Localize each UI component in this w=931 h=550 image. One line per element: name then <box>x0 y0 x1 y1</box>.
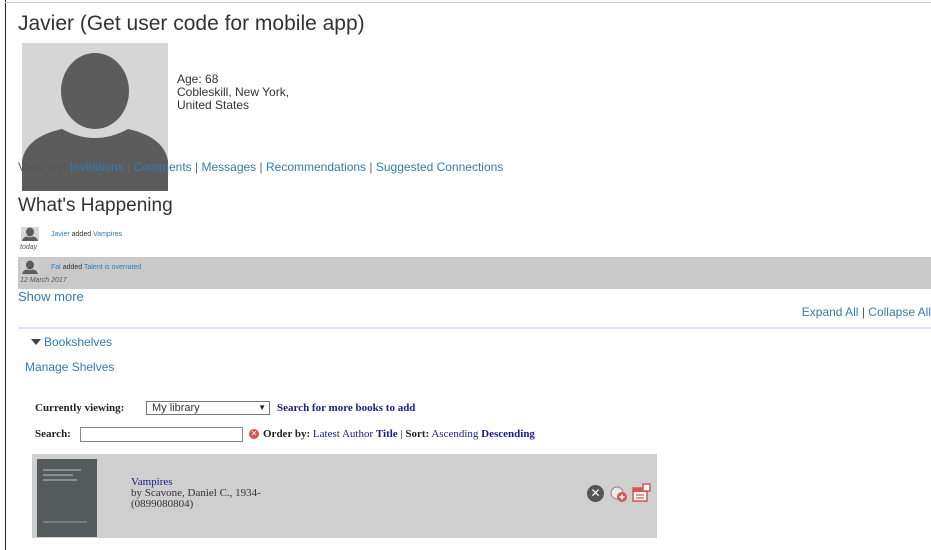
separator: | <box>195 160 199 174</box>
view-my-label: View my: <box>18 160 67 174</box>
manage-shelves-link[interactable]: Manage Shelves <box>25 360 114 374</box>
book-isbn: (0899080804) <box>131 498 194 510</box>
separator: | <box>259 160 263 174</box>
suggested-connections-link[interactable]: Suggested Connections <box>376 160 503 174</box>
shelf-select[interactable]: My library ▼ <box>146 401 270 415</box>
messages-link[interactable]: Messages <box>201 160 256 174</box>
expand-all-link[interactable]: Expand All <box>802 305 859 319</box>
bookshelves-heading: Bookshelves <box>44 335 113 349</box>
currently-viewing-label-wrap: Currently viewing: <box>35 402 124 414</box>
user-avatar-icon <box>21 227 39 241</box>
show-more-link[interactable]: Show more <box>18 289 84 304</box>
move-to-shelf-icon[interactable] <box>630 482 652 504</box>
dropdown-arrow-icon: ▼ <box>258 403 266 412</box>
user-avatar-icon <box>21 260 39 274</box>
profile-location-line2: United States <box>177 98 250 112</box>
expand-collapse-controls: Expand All | Collapse All <box>802 305 931 319</box>
book-search-input[interactable] <box>80 427 243 442</box>
triangle-down-icon <box>31 339 41 345</box>
order-latest-link[interactable]: Latest <box>313 428 340 440</box>
activity-text: Javier added Vampires <box>51 231 122 238</box>
order-title-link[interactable]: Title <box>376 428 398 440</box>
activity-date: today <box>20 244 38 251</box>
activity-item: Fal added Talent is overrated 12 March 2… <box>18 257 931 289</box>
profile-info: Age: 68 Cobleskill, New York, United Sta… <box>177 73 289 112</box>
activity-item: Javier added Vampires today <box>18 224 931 256</box>
comments-link[interactable]: Comments <box>134 160 192 174</box>
collapse-all-link[interactable]: Collapse All <box>868 305 931 319</box>
order-sort-controls: Order by: Latest Author Title | Sort: As… <box>263 428 535 440</box>
book-cover[interactable] <box>37 459 97 537</box>
add-to-list-icon[interactable] <box>609 484 629 504</box>
activity-date: 12 March 2017 <box>20 277 67 284</box>
sort-label: Sort: <box>405 428 430 440</box>
recommendations-link[interactable]: Recommendations <box>266 160 366 174</box>
activity-action: added <box>71 231 92 238</box>
separator: | <box>861 305 865 319</box>
remove-book-icon[interactable]: ✕ <box>587 485 604 502</box>
activity-item-link[interactable]: Talent is overrated <box>84 264 141 271</box>
activity-action: added <box>62 264 83 271</box>
invitations-link[interactable]: Invitations <box>70 160 124 174</box>
separator: | <box>400 428 403 440</box>
activity-user-link[interactable]: Fal <box>51 264 61 271</box>
window-top-border <box>5 2 931 3</box>
activity-item-link[interactable]: Vampires <box>93 231 122 238</box>
separator: | <box>127 160 131 174</box>
activity-user-link[interactable]: Javier <box>51 231 70 238</box>
bookshelves-toggle[interactable]: Bookshelves <box>31 335 112 349</box>
window-left-border <box>5 0 6 550</box>
book-list-item: Vampires by Scavone, Daniel C., 1934- (0… <box>32 454 657 538</box>
search-more-books-link[interactable]: Search for more books to add <box>277 402 415 414</box>
order-by-label: Order by: <box>263 428 311 440</box>
shelf-select-value: My library <box>152 402 200 414</box>
order-author-link[interactable]: Author <box>342 428 373 440</box>
sort-descending-link[interactable]: Descending <box>481 428 535 440</box>
sort-ascending-link[interactable]: Ascending <box>431 428 478 440</box>
view-my-nav: View my: Invitations | Comments | Messag… <box>18 160 503 174</box>
whats-happening-heading: What's Happening <box>18 195 173 216</box>
activity-text: Fal added Talent is overrated <box>51 264 141 271</box>
currently-viewing-label: Currently viewing: <box>35 402 125 414</box>
search-label: Search: <box>35 428 71 440</box>
page-title: Javier (Get user code for mobile app) <box>18 12 365 35</box>
section-divider <box>18 327 931 329</box>
clear-search-icon[interactable]: ✕ <box>249 429 259 439</box>
separator: | <box>369 160 373 174</box>
